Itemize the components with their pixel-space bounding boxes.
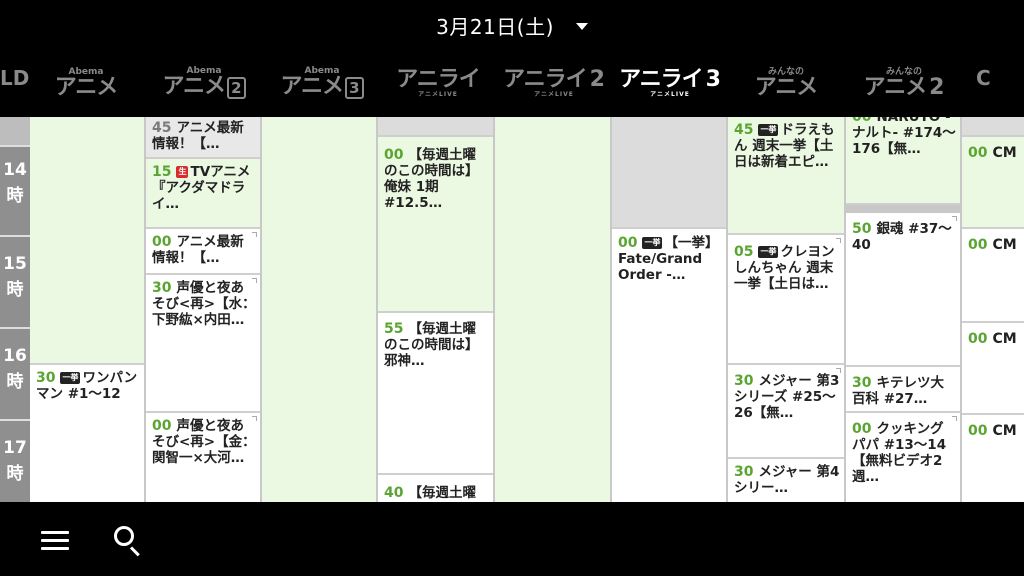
- channel-column-8: 00 NARUTO -ナルト- #174〜176【無… 50 銀魂 #37〜40 3…: [846, 117, 960, 502]
- corner-mark-icon: [952, 416, 957, 421]
- hour-label: 15 時: [0, 235, 30, 327]
- date-label[interactable]: 3月21日(土): [436, 11, 554, 40]
- program-slot-empty[interactable]: [262, 117, 376, 502]
- program-grid[interactable]: 14 時 15 時 16 時 17 時 30 一挙 ワンパンマン #1〜12 45 アニメ最新…: [0, 117, 1024, 502]
- program-slot[interactable]: 45 一挙 ドラえもん 週末一挙【土日は新着エピ…: [728, 117, 844, 235]
- program-slot[interactable]: 00 CM: [962, 137, 1024, 229]
- hour-label: 14 時: [0, 145, 30, 235]
- corner-mark-icon: [252, 278, 257, 283]
- channel-column-2: 45 アニメ最新情報！【… 15 生 TVアニメ『アクダマドライ… 00 アニメ最新情報…: [146, 117, 260, 502]
- program-slot[interactable]: 30 キテレツ大百科 #27…: [846, 367, 960, 413]
- program-slot-empty[interactable]: [378, 117, 493, 137]
- channel-logo-anirai-3[interactable]: アニライ 3 アニメLIVE: [612, 58, 728, 108]
- channel-column-1: 30 一挙 ワンパンマン #1〜12: [30, 117, 144, 502]
- program-slot-empty[interactable]: [495, 117, 610, 502]
- program-slot[interactable]: 00 【毎週土曜のこの時間は】俺妹 1期 #12.5…: [378, 137, 493, 313]
- program-slot[interactable]: 40 【毎週土曜: [378, 475, 493, 502]
- channel-column-4: 00 【毎週土曜のこの時間は】俺妹 1期 #12.5… 55 【毎週土曜のこの時間は…: [378, 117, 493, 502]
- program-slot[interactable]: 30 メジャー 第3シリーズ #25〜26【無…: [728, 365, 844, 459]
- program-slot[interactable]: 30 一挙 ワンパンマン #1〜12: [30, 365, 144, 502]
- time-column: 14 時 15 時 16 時 17 時: [0, 117, 30, 502]
- corner-mark-icon: [952, 216, 957, 221]
- search-icon[interactable]: [114, 526, 144, 557]
- program-slot[interactable]: 50 銀魂 #37〜40: [846, 213, 960, 367]
- channel-logo-0[interactable]: LD: [0, 66, 29, 90]
- program-slot[interactable]: 00 一挙 【一挙】Fate/Grand Order -…: [612, 229, 726, 502]
- channel-logo-minna-anime-2[interactable]: みんなの アニメ 2: [846, 58, 962, 108]
- program-slot[interactable]: 30 声優と夜あそび<再>【水：下野紘×内田…: [146, 275, 260, 413]
- program-slot[interactable]: 00 CM: [962, 415, 1024, 502]
- corner-mark-icon: [252, 232, 257, 237]
- program-slot[interactable]: 55 【毎週土曜のこの時間は】邪神…: [378, 313, 493, 475]
- program-slot[interactable]: 05 一挙 クレヨンしんちゃん 週末一挙【土日は…: [728, 235, 844, 365]
- channel-column-7: 45 一挙 ドラえもん 週末一挙【土日は新着エピ… 05 一挙 クレヨンしんちゃん 週末…: [728, 117, 844, 502]
- program-slot-empty[interactable]: [612, 117, 726, 229]
- channel-logo-abema-anime[interactable]: Abema アニメ: [28, 58, 144, 108]
- date-header[interactable]: 3月21日(土): [0, 0, 1024, 50]
- program-slot[interactable]: 00 声優と夜あそび<再>【金：関智一×大河…: [146, 413, 260, 502]
- bottom-toolbar: [0, 502, 1024, 576]
- program-slot-empty[interactable]: [962, 117, 1024, 137]
- channel-logo-abema-anime-3[interactable]: Abema アニメ 3: [264, 58, 380, 108]
- program-slot[interactable]: 00 アニメ最新情報！【…: [146, 229, 260, 275]
- channel-bar: LD Abema アニメ Abema アニメ 2 Abema アニメ 3 アニライ …: [0, 50, 1024, 117]
- program-slot-empty[interactable]: [30, 117, 144, 365]
- program-slot[interactable]: 00 CM: [962, 323, 1024, 415]
- program-slot[interactable]: 15 生 TVアニメ『アクダマドライ…: [146, 159, 260, 229]
- channel-column-6: 00 一挙 【一挙】Fate/Grand Order -…: [612, 117, 726, 502]
- corner-mark-icon: [252, 416, 257, 421]
- corner-mark-icon: [836, 238, 841, 243]
- channel-column-9: 00 CM 00 CM 00 CM 00 CM: [962, 117, 1024, 502]
- hour-label: 16 時: [0, 327, 30, 419]
- program-slot[interactable]: 00 NARUTO -ナルト- #174〜176【無…: [846, 117, 960, 205]
- channel-logo-minna-anime[interactable]: みんなの アニメ: [728, 58, 844, 108]
- channel-logo-abema-anime-2[interactable]: Abema アニメ 2: [146, 58, 262, 108]
- program-slot[interactable]: 00 クッキングパパ #13〜14【無料ビデオ2週…: [846, 413, 960, 502]
- hour-label: 17 時: [0, 419, 30, 502]
- channel-logo-anirai[interactable]: アニライ アニメLIVE: [380, 58, 496, 108]
- menu-icon[interactable]: [41, 531, 69, 551]
- corner-mark-icon: [836, 368, 841, 373]
- program-slot[interactable]: 45 アニメ最新情報！【…: [146, 117, 260, 159]
- program-slot[interactable]: 30 メジャー 第4シリー…: [728, 459, 844, 502]
- channel-column-3: [262, 117, 376, 502]
- program-slot[interactable]: 00 CM: [962, 229, 1024, 323]
- channel-logo-anirai-2[interactable]: アニライ 2 アニメLIVE: [496, 58, 612, 108]
- channel-logo-9[interactable]: C: [976, 66, 991, 90]
- chevron-down-icon[interactable]: [575, 23, 588, 30]
- channel-column-5: [495, 117, 610, 502]
